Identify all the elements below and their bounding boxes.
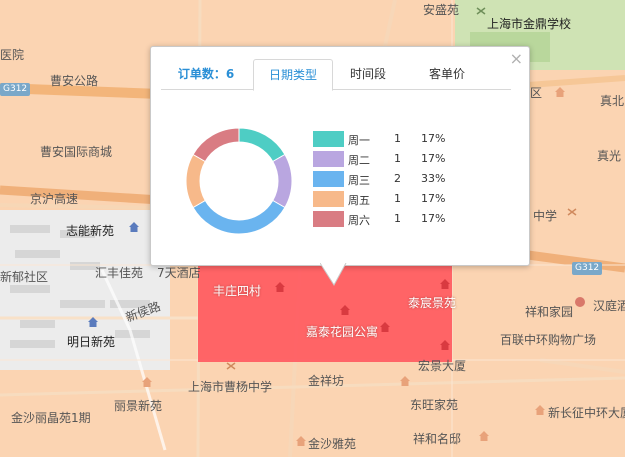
poi-house-icon[interactable] [340, 305, 350, 315]
map-label-dongwang: 东旺家苑 [410, 398, 459, 412]
map-label-bailian: 百联中环购物广场 [500, 333, 597, 347]
legend-count: 2 [394, 172, 401, 185]
tab-order-count[interactable]: 订单数：6 [161, 59, 251, 89]
donut-slice-0[interactable] [238, 127, 286, 163]
map-label-caoyang-school: 上海市曹杨中学 [188, 380, 273, 394]
donut-slice-4[interactable] [192, 127, 240, 163]
school-icon[interactable] [567, 207, 577, 217]
map-label-taichen: 泰宸景苑 [408, 296, 457, 310]
legend-percent: 17% [421, 132, 446, 145]
road-badge-g312-right: G312 [572, 262, 603, 275]
poi-house-icon[interactable] [275, 282, 285, 292]
tab-date-type[interactable]: 日期类型 [253, 59, 333, 91]
poi-house-icon[interactable] [440, 279, 450, 289]
map-label-xianghe-mingdi: 祥和名邸 [413, 432, 462, 446]
poi-house-icon[interactable] [535, 405, 545, 415]
map-label-fengzhuang: 丰庄四村 [213, 284, 262, 298]
map-label-xinyu: 新郁社区 [0, 270, 49, 284]
legend-item[interactable]: 周五 1 17% [313, 190, 463, 210]
shopping-icon[interactable] [575, 297, 585, 307]
donut-slice-2[interactable] [192, 199, 286, 235]
donut-chart [185, 127, 293, 235]
map-label-hongjing: 宏景大厦 [418, 359, 467, 373]
map-label-caoan-mall: 曹安国际商城 [40, 145, 113, 159]
poi-house-icon[interactable] [142, 377, 152, 387]
map-label-zhineng: 志能新苑 [66, 224, 115, 238]
legend-swatch [313, 171, 344, 187]
legend-item[interactable]: 周一 1 17% [313, 130, 463, 150]
map-label-caoan-road: 曹安公路 [50, 74, 99, 88]
legend-item[interactable]: 周六 1 17% [313, 210, 463, 230]
legend-item[interactable]: 周三 2 33% [313, 170, 463, 190]
map-label-hospital: 医院 [0, 48, 25, 62]
poi-house-icon[interactable] [400, 376, 410, 386]
poi-house-icon[interactable] [479, 431, 489, 441]
legend-label: 周六 [348, 214, 370, 227]
map-label-jinsha-lijing: 金沙丽晶苑1期 [11, 411, 91, 425]
poi-house-icon[interactable] [440, 340, 450, 350]
legend-count: 1 [394, 212, 401, 225]
legend-percent: 33% [421, 172, 446, 185]
legend-percent: 17% [421, 152, 446, 165]
poi-house-icon[interactable] [296, 436, 306, 446]
legend-count: 1 [394, 152, 401, 165]
legend-item[interactable]: 周二 1 17% [313, 150, 463, 170]
legend-count: 1 [394, 192, 401, 205]
popup-tab-bar: 订单数：6 日期类型 时间段 客单价 [161, 59, 511, 91]
donut-slice-3[interactable] [185, 153, 206, 209]
legend-percent: 17% [421, 212, 446, 225]
legend-label: 周五 [348, 194, 370, 207]
legend-label: 周三 [348, 174, 370, 187]
map-label-anshengyuan: 安盛苑 [423, 3, 460, 17]
legend-swatch [313, 211, 344, 227]
legend-swatch [313, 191, 344, 207]
tab-avg-order-value[interactable]: 客单价 [409, 59, 485, 89]
map-label-lijing: 丽景新苑 [114, 399, 163, 413]
map-label-zhenbei: 真北 [600, 94, 625, 108]
poi-house-icon[interactable] [129, 222, 139, 232]
map-label-middle-school: 中学 [533, 209, 558, 223]
map-label-huifeng: 汇丰佳苑 [95, 266, 144, 280]
poi-house-icon[interactable] [555, 87, 565, 97]
map-label-7days-hotel: 7天酒店 [157, 266, 201, 280]
map-label-jinxiangfang: 金祥坊 [308, 374, 345, 388]
legend-count: 1 [394, 132, 401, 145]
map-label-jiatai: 嘉泰花园公寓 [306, 325, 379, 339]
map-label-hanting: 汉庭酒 [593, 299, 625, 313]
map-label-mingri: 明日新苑 [67, 335, 116, 349]
school-icon[interactable] [476, 6, 486, 16]
legend-percent: 17% [421, 192, 446, 205]
stats-popup: × 订单数：6 日期类型 时间段 客单价 周一 1 17% 周二 1 17% 周三 2 33% 周… [150, 46, 530, 266]
legend-label: 周二 [348, 154, 370, 167]
close-icon[interactable]: × [510, 50, 523, 68]
map-label-xianghe-jiayuan: 祥和家园 [525, 305, 574, 319]
map-label-jinghu-highway: 京沪高速 [30, 192, 79, 206]
poi-house-icon[interactable] [88, 317, 98, 327]
legend-label: 周一 [348, 134, 370, 147]
road-badge-g312-left: G312 [0, 83, 31, 96]
donut-slice-1[interactable] [272, 153, 293, 209]
poi-house-icon[interactable] [380, 322, 390, 332]
map-label-xinchangzheng: 新长征中环大厦 [548, 406, 625, 420]
map-label-zhenguang: 真光 [597, 149, 622, 163]
chart-legend: 周一 1 17% 周二 1 17% 周三 2 33% 周五 1 17% 周六 1 17% [313, 130, 463, 230]
legend-swatch [313, 131, 344, 147]
map-label-district: 区 [530, 86, 543, 100]
map-label-jinding-school: 上海市金鼎学校 [487, 17, 572, 31]
legend-swatch [313, 151, 344, 167]
map-label-jinsha-yayuan: 金沙雅苑 [308, 437, 357, 451]
school-icon[interactable] [226, 361, 236, 371]
tab-time-period[interactable]: 时间段 [335, 59, 401, 89]
